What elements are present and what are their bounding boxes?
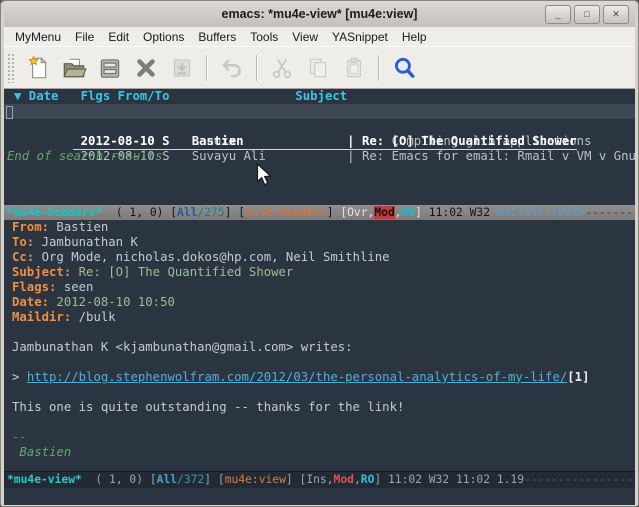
message-link[interactable]: http://blog.stephenwolfram.com/2012/03/t… (27, 370, 567, 384)
minimize-icon: _ (555, 10, 560, 19)
close-button[interactable]: ✕ (603, 5, 629, 24)
field-label-flags: Flags: (12, 280, 56, 294)
maximize-button[interactable]: □ (574, 5, 600, 24)
menu-item-file[interactable]: File (68, 30, 101, 44)
field-label-maildir: Maildir: (12, 310, 71, 324)
message-row[interactable]: 2012-08-10 S Lanoxx | Re: Compiling glib… (4, 119, 635, 134)
close-icon: ✕ (612, 10, 620, 19)
mu4e-view-pane: From: Bastien To: Jambunathan K Cc: Org … (4, 220, 635, 471)
emacs-content: ▼ Date Flgs From/To Subject 2012-08-10 S… (4, 89, 635, 505)
toolbar-drag-handle[interactable] (7, 53, 16, 83)
body-writes-line: Jambunathan K <kjambunathan@gmail.com> w… (4, 340, 635, 355)
toolbar-separator (206, 55, 208, 81)
search-button[interactable] (389, 53, 419, 83)
close-buffer-icon (133, 55, 159, 81)
echo-area[interactable] (4, 488, 635, 505)
close-buffer-button[interactable] (131, 53, 161, 83)
cut-icon (269, 55, 295, 81)
menubar: MyMenu File Edit Options Buffers Tools V… (4, 27, 635, 46)
field-value-from: Bastien (49, 220, 108, 234)
save-as-icon (169, 55, 195, 81)
field-value-date: 2012-08-10 10:50 (49, 295, 175, 309)
message-row-selected[interactable]: 2012-08-10 S Bastien | Re: [O] The Quant… (4, 104, 635, 119)
undo-icon (219, 55, 245, 81)
menu-item-view[interactable]: View (285, 30, 325, 44)
modeline-major-mode: mu4e:view (225, 473, 286, 486)
maximize-icon: □ (584, 10, 589, 19)
mu4e-headers-pane: ▼ Date Flgs From/To Subject 2012-08-10 S… (4, 89, 635, 205)
modeline-time: 11:02 W32 11:02 1.19 (381, 473, 524, 486)
new-file-button[interactable] (23, 53, 53, 83)
modeline-time: 11:02 W32 (422, 206, 497, 219)
field-label-to: To: (12, 235, 34, 249)
body-comment-line: This one is quite outstanding -- thanks … (4, 400, 635, 415)
field-value-flags: seen (56, 280, 93, 294)
signature-name: Bastien (4, 445, 635, 460)
menu-item-yasnippet[interactable]: YASnippet (325, 30, 395, 44)
menu-item-help[interactable]: Help (395, 30, 434, 44)
save-icon (97, 55, 123, 81)
field-value-to: Jambunathan K (34, 235, 138, 249)
open-folder-icon (61, 55, 87, 81)
field-value-subject: Re: [O] The Quantified Shower (71, 265, 293, 279)
copy-icon (305, 55, 331, 81)
fringe-current-line-marker (6, 106, 13, 119)
link-footnote-ref: [1] (567, 370, 589, 384)
paste-button (339, 53, 369, 83)
window-title: emacs: *mu4e-view* [mu4e:view] (4, 7, 635, 21)
titlebar[interactable]: emacs: *mu4e-view* [mu4e:view] _ □ ✕ (4, 1, 635, 27)
mouse-cursor (256, 163, 272, 187)
cut-button (267, 53, 297, 83)
menu-item-edit[interactable]: Edit (101, 30, 136, 44)
new-file-icon (25, 55, 51, 81)
modeline-modified-flag: Mod (374, 206, 394, 219)
menu-item-buffers[interactable]: Buffers (191, 30, 243, 44)
headers-column-row[interactable]: ▼ Date Flgs From/To Subject (4, 89, 635, 104)
toolbar-separator (256, 55, 258, 81)
field-label-subject: Subject: (12, 265, 71, 279)
toolbar (4, 46, 635, 89)
message-row-text: 2012-08-10 S Bastien | Re: [O] The Quant… (73, 134, 576, 150)
headers-modeline: *mu4e-headers* ( 1, 0) [All/275] [mu4e-h… (4, 205, 635, 220)
toolbar-separator (378, 55, 380, 81)
open-folder-button[interactable] (59, 53, 89, 83)
menu-item-tools[interactable]: Tools (243, 30, 285, 44)
minimize-button[interactable]: _ (545, 5, 571, 24)
menu-item-options[interactable]: Options (136, 30, 191, 44)
view-modeline: *mu4e-view* ( 1, 0) [All/372] [mu4e:view… (4, 471, 635, 488)
field-value-cc: Org Mode, nicholas.dokos@hp.com, Neil Sm… (34, 250, 389, 264)
copy-button (303, 53, 333, 83)
field-label-cc: Cc: (12, 250, 34, 264)
signature-separator: -- (4, 430, 635, 445)
undo-button (217, 53, 247, 83)
modeline-readonly-flag: RO (361, 473, 375, 486)
emacs-window: emacs: *mu4e-view* [mu4e:view] _ □ ✕ MyM… (0, 0, 639, 507)
modeline-major-mode: mu4e-headers (245, 206, 327, 219)
field-value-maildir: /bulk (71, 310, 115, 324)
menu-item-mymenu[interactable]: MyMenu (8, 30, 68, 44)
modeline-modified-flag: Mod (334, 473, 354, 486)
field-label-from: From: (12, 220, 49, 234)
body-quote-line: > http://blog.stephenwolfram.com/2012/03… (4, 370, 635, 385)
search-icon (391, 55, 417, 81)
modeline-maildir: maildir:/bulk (497, 206, 585, 219)
save-as-button (167, 53, 197, 83)
paste-icon (341, 55, 367, 81)
modeline-buffer-name[interactable]: *mu4e-headers* (7, 206, 102, 219)
modeline-readonly-flag: RO (402, 206, 416, 219)
save-button[interactable] (95, 53, 125, 83)
field-label-date: Date: (12, 295, 49, 309)
modeline-buffer-name[interactable]: *mu4e-view* (7, 473, 82, 486)
